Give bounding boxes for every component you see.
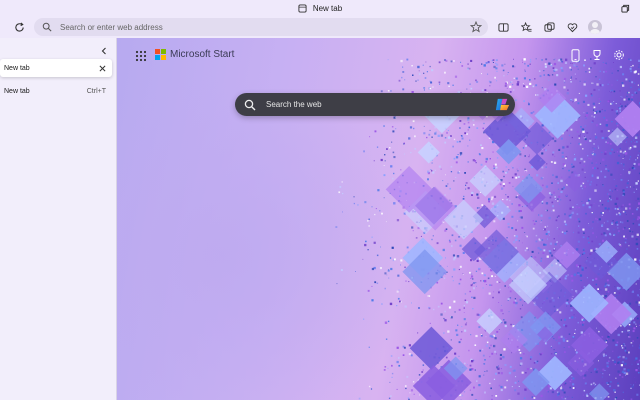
collections-button[interactable] <box>540 18 558 36</box>
favorites-button[interactable] <box>517 18 535 36</box>
profile-button[interactable] <box>586 18 604 36</box>
refresh-button[interactable] <box>10 18 28 36</box>
close-tab-button[interactable] <box>96 62 108 74</box>
toolbar-right-buttons <box>494 18 604 36</box>
tab-new-tab-active[interactable]: New tab <box>0 59 112 77</box>
window-title: New tab <box>312 3 343 13</box>
chevron-left-icon <box>101 47 106 55</box>
settings-icon <box>614 50 624 60</box>
app-launcher-icon[interactable] <box>135 50 147 62</box>
rewards-icon <box>593 50 601 60</box>
web-search-box[interactable] <box>235 93 515 116</box>
title-bar: New tab <box>0 0 640 16</box>
browser-essentials-icon <box>567 22 577 32</box>
phone-button[interactable] <box>568 48 582 62</box>
address-input[interactable] <box>58 21 442 33</box>
split-screen-icon <box>497 22 509 32</box>
rewards-button[interactable] <box>590 48 604 62</box>
logo-square-red <box>155 49 160 54</box>
logo-square-blue <box>155 55 160 60</box>
new-tab-button[interactable]: New tab Ctrl+T <box>0 84 112 98</box>
restore-icon <box>620 4 629 13</box>
brand-text: Microsoft Start <box>170 49 235 60</box>
address-bar[interactable] <box>34 18 488 36</box>
logo-square-green <box>161 49 166 54</box>
star-icon[interactable] <box>470 21 482 33</box>
page-top-right-icons <box>568 48 626 62</box>
web-search-input[interactable] <box>264 99 488 110</box>
browser-toolbar <box>0 16 640 38</box>
tab-page-icon <box>298 3 307 13</box>
window-title-group: New tab <box>298 4 342 13</box>
close-icon <box>99 65 105 71</box>
new-tab-label: New tab <box>4 87 30 95</box>
favorites-icon <box>520 21 532 32</box>
restore-button[interactable] <box>618 2 632 14</box>
microsoft-start-brand[interactable]: Microsoft Start <box>155 49 234 60</box>
collections-icon <box>543 21 555 32</box>
profile-avatar <box>588 20 602 34</box>
search-icon <box>42 22 52 32</box>
copilot-icon[interactable] <box>494 96 511 113</box>
split-screen-button[interactable] <box>494 18 512 36</box>
search-icon <box>244 99 256 110</box>
phone-icon <box>571 48 579 62</box>
browser-essentials-button[interactable] <box>563 18 581 36</box>
logo-square-yellow <box>161 55 166 60</box>
page-settings-button[interactable] <box>612 48 626 62</box>
vertical-tabs-panel: New tab New tab Ctrl+T <box>0 38 117 400</box>
new-tab-shortcut: Ctrl+T <box>86 87 106 95</box>
collapse-panel-button[interactable] <box>97 44 111 58</box>
tab-label: New tab <box>4 64 30 72</box>
new-tab-page: Microsoft Start <box>117 38 640 400</box>
refresh-icon <box>14 22 24 32</box>
microsoft-logo-icon <box>155 49 166 60</box>
